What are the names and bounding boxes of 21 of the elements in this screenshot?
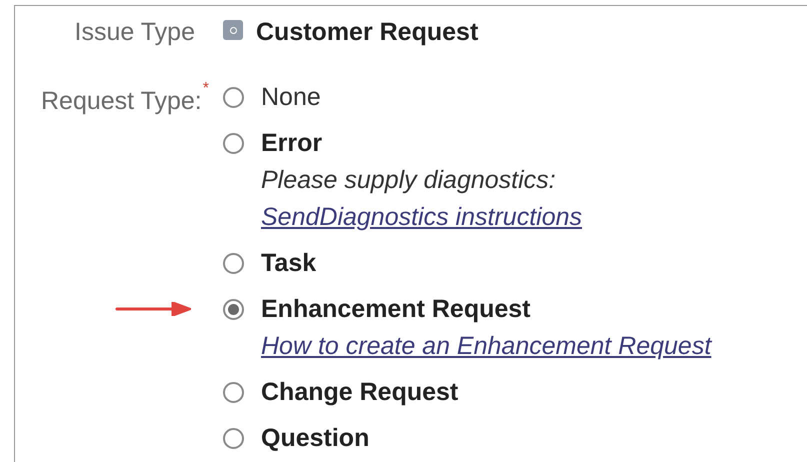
- radio-button[interactable]: [223, 86, 244, 108]
- arrow-icon: [115, 302, 191, 316]
- issue-type-icon: [223, 20, 243, 40]
- issue-type-value: Customer Request: [256, 17, 478, 48]
- required-mark: *: [202, 81, 209, 97]
- radio-button[interactable]: [223, 132, 244, 154]
- radio-button[interactable]: [223, 252, 244, 274]
- option-label[interactable]: Change Request: [261, 376, 458, 408]
- option-label[interactable]: Question: [261, 422, 370, 454]
- help-text: Please supply diagnostics:: [261, 165, 557, 196]
- radio-button[interactable]: [223, 382, 244, 402]
- help-link[interactable]: How to create an Enhancement Request: [261, 330, 712, 362]
- option-label[interactable]: Error: [261, 127, 322, 159]
- field-label: Request Type:: [41, 86, 202, 117]
- radio-button[interactable]: [223, 298, 244, 320]
- option-label[interactable]: None: [261, 81, 321, 113]
- option-label[interactable]: Task: [261, 247, 316, 279]
- option-label[interactable]: Enhancement Request: [261, 293, 531, 325]
- field-label: Issue Type: [74, 17, 195, 48]
- radio-button[interactable]: [223, 428, 244, 448]
- help-link[interactable]: SendDiagnostics instructions: [261, 201, 712, 233]
